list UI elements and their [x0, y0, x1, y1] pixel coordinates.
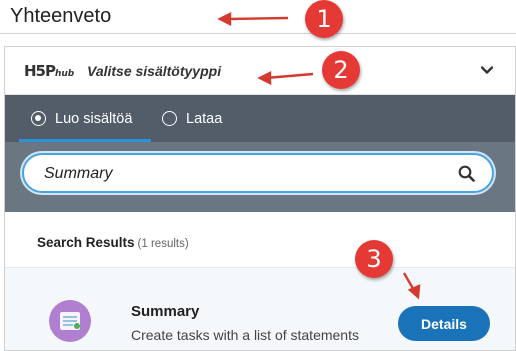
hub-title: Valitse sisältötyyppi [87, 63, 222, 79]
search-results-count: (1 results) [137, 238, 189, 250]
result-title[interactable]: Summary [131, 303, 199, 320]
tab-bar: Luo sisältöä Lataa [5, 95, 515, 142]
tab-upload-label: Lataa [186, 110, 223, 127]
list-item[interactable]: Summary Create tasks with a list of stat… [5, 268, 515, 350]
radio-unselected-icon[interactable] [162, 111, 177, 126]
search-results-header: Search Results (1 results) [5, 212, 515, 268]
title-field-value[interactable]: Yhteenveto [10, 5, 111, 28]
tab-create-content-label: Luo sisältöä [55, 110, 133, 127]
radio-selected-icon[interactable] [31, 111, 46, 126]
tab-create-content[interactable]: Luo sisältöä [31, 95, 132, 142]
search-input[interactable] [44, 163, 444, 185]
callout-badge-3: 3 [355, 240, 393, 278]
chevron-down-icon[interactable] [481, 64, 493, 76]
h5p-hub-logo: H5Phub [24, 62, 75, 80]
title-field[interactable]: Yhteenveto [0, 0, 516, 34]
search-area [5, 142, 515, 212]
search-results-label: Search Results (1 results) [37, 235, 189, 250]
summary-content-icon [49, 300, 91, 342]
callout-badge-2: 2 [322, 51, 360, 89]
hub-header[interactable]: H5Phub Valitse sisältötyyppi [5, 47, 515, 95]
callout-badge-1: 1 [305, 0, 343, 38]
details-button[interactable]: Details [398, 306, 490, 341]
h5p-hub: H5Phub Valitse sisältötyyppi Luo sisältö… [4, 46, 516, 351]
search-icon[interactable] [458, 165, 475, 182]
search-box[interactable] [22, 153, 494, 193]
result-description: Create tasks with a list of statements [131, 327, 359, 343]
tab-upload[interactable]: Lataa [162, 95, 222, 142]
